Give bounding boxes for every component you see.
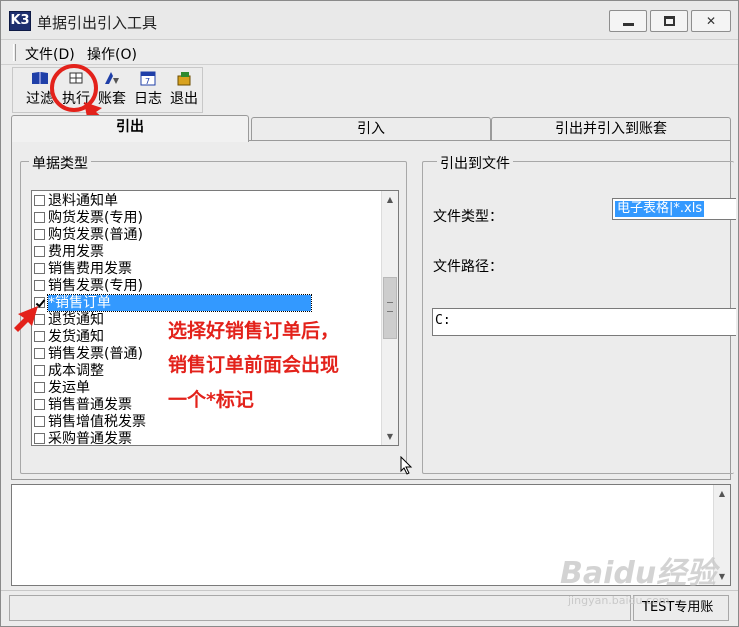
title-bar: K3 单据引出引入工具 ✕ (1, 1, 738, 39)
list-item-label: 购货发票(专用) (48, 210, 143, 226)
list-item-label: *销售订单 (47, 294, 312, 312)
menu-file[interactable]: 文件(D) (25, 44, 75, 64)
list-item-label: 退料通知单 (48, 193, 118, 209)
log-button[interactable]: 7 日志 (131, 70, 165, 110)
checkbox-icon[interactable] (34, 348, 45, 359)
annotation-line-2: 销售订单前面会出现 (168, 354, 340, 376)
svg-text:7: 7 (145, 77, 150, 86)
exit-icon (167, 70, 201, 90)
list-item[interactable]: 采购普通发票 (34, 431, 378, 446)
checkbox-icon[interactable] (34, 229, 45, 240)
grid-icon (59, 70, 93, 90)
file-path-label: 文件路径： (433, 259, 503, 275)
checkbox-icon[interactable] (34, 365, 45, 376)
tab-export-and-import[interactable]: 引出并引入到账套 (491, 117, 731, 141)
checkbox-icon[interactable] (34, 263, 45, 274)
log-scroll-down-arrow-icon[interactable]: ▼ (714, 568, 730, 585)
filter-button[interactable]: 过滤 (23, 70, 57, 110)
checkbox-icon[interactable] (34, 331, 45, 342)
export-tab-panel: 单据类型 退料通知单 购货发票(专用) 购货发票(普通) 费用发票 销售费用发票 销售发票… (11, 140, 736, 480)
list-item-label: 发运单 (48, 380, 90, 396)
checkbox-icon[interactable] (34, 212, 45, 223)
list-item[interactable]: 费用发票 (34, 244, 378, 261)
tab-import[interactable]: 引入 (251, 117, 491, 141)
tab-export[interactable]: 引出 (11, 115, 249, 142)
checkbox-icon[interactable] (34, 314, 45, 325)
checkbox-icon[interactable] (34, 195, 45, 206)
watermark-logo: Baidu经验 (560, 556, 717, 591)
app-window: K3 单据引出引入工具 ✕ 文件(D) 操作(O) 过滤 执行 账套 7 日志 … (0, 0, 739, 627)
list-item[interactable]: 购货发票(普通) (34, 227, 378, 244)
watermark-url: jingyan.baidu.com (568, 594, 670, 607)
toolbar: 过滤 执行 账套 7 日志 退出 (12, 67, 203, 113)
checkbox-icon[interactable] (34, 399, 45, 410)
file-type-select[interactable]: 电子表格|*.xls (612, 198, 736, 220)
account-set-button[interactable]: 账套 (95, 70, 129, 110)
book-open-icon (23, 70, 57, 90)
export-to-file-title: 引出到文件 (437, 153, 513, 173)
list-item[interactable]: 销售费用发票 (34, 261, 378, 278)
menu-grip (13, 44, 16, 61)
window-title: 单据引出引入工具 (37, 14, 158, 32)
log-scroll-up-arrow-icon[interactable]: ▲ (714, 485, 730, 502)
close-icon: ✕ (705, 14, 717, 28)
list-item-label: 销售普通发票 (48, 397, 132, 413)
minimize-button[interactable] (609, 10, 647, 32)
list-item-label: 发货通知 (48, 329, 104, 345)
list-item-label: 成本调整 (48, 363, 104, 379)
checkbox-icon[interactable] (34, 416, 45, 427)
list-item-label: 销售发票(专用) (48, 278, 143, 294)
maximize-button[interactable] (650, 10, 688, 32)
mouse-pointer-icon (400, 455, 414, 480)
list-item[interactable]: *销售订单 (34, 294, 378, 312)
list-item-label: 费用发票 (48, 244, 104, 260)
exit-button[interactable]: 退出 (167, 70, 201, 110)
account-set-icon (95, 70, 129, 90)
checkbox-icon[interactable] (34, 382, 45, 393)
execute-button[interactable]: 执行 (59, 70, 93, 110)
scroll-thumb[interactable] (383, 277, 397, 339)
minimize-icon (623, 23, 634, 26)
document-type-title: 单据类型 (29, 153, 91, 173)
status-pane-main (9, 595, 631, 621)
export-to-file-group: 引出到文件 文件类型： 电子表格|*.xls 文件路径： C: (422, 153, 736, 474)
list-item-label: 销售增值税发票 (48, 414, 146, 430)
close-button[interactable]: ✕ (691, 10, 731, 32)
list-item[interactable]: 销售发票(专用) (34, 278, 378, 295)
list-item[interactable]: 退料通知单 (34, 193, 378, 210)
list-item-label: 购货发票(普通) (48, 227, 143, 243)
list-item-label: 销售发票(普通) (48, 346, 143, 362)
list-scrollbar[interactable]: ▲ ▼ (381, 191, 398, 445)
annotation-line-3: 一个*标记 (168, 389, 254, 411)
list-item[interactable]: 购货发票(专用) (34, 210, 378, 227)
checkbox-checked-icon[interactable] (34, 297, 45, 308)
file-path-input[interactable]: C: (432, 308, 736, 336)
file-type-label: 文件类型： (433, 209, 503, 225)
tab-strip: 引出 引入 引出并引入到账套 (11, 115, 731, 142)
checkbox-icon[interactable] (34, 246, 45, 257)
annotation-line-1: 选择好销售订单后， (168, 320, 340, 342)
list-item-label: 退货通知 (48, 312, 104, 328)
menu-bar: 文件(D) 操作(O) (1, 39, 738, 65)
menu-operations[interactable]: 操作(O) (87, 44, 137, 64)
maximize-icon (664, 16, 675, 26)
list-item-label: 采购普通发票 (48, 431, 132, 446)
list-item-label: 销售费用发票 (48, 261, 132, 277)
checkbox-icon[interactable] (34, 280, 45, 291)
file-type-value: 电子表格|*.xls (615, 201, 705, 217)
list-item[interactable]: 销售增值税发票 (34, 414, 378, 431)
scroll-down-arrow-icon[interactable]: ▼ (382, 428, 398, 445)
app-logo-icon: K3 (9, 11, 31, 31)
calendar-icon: 7 (131, 70, 165, 90)
checkbox-icon[interactable] (34, 433, 45, 444)
scroll-up-arrow-icon[interactable]: ▲ (382, 191, 398, 208)
